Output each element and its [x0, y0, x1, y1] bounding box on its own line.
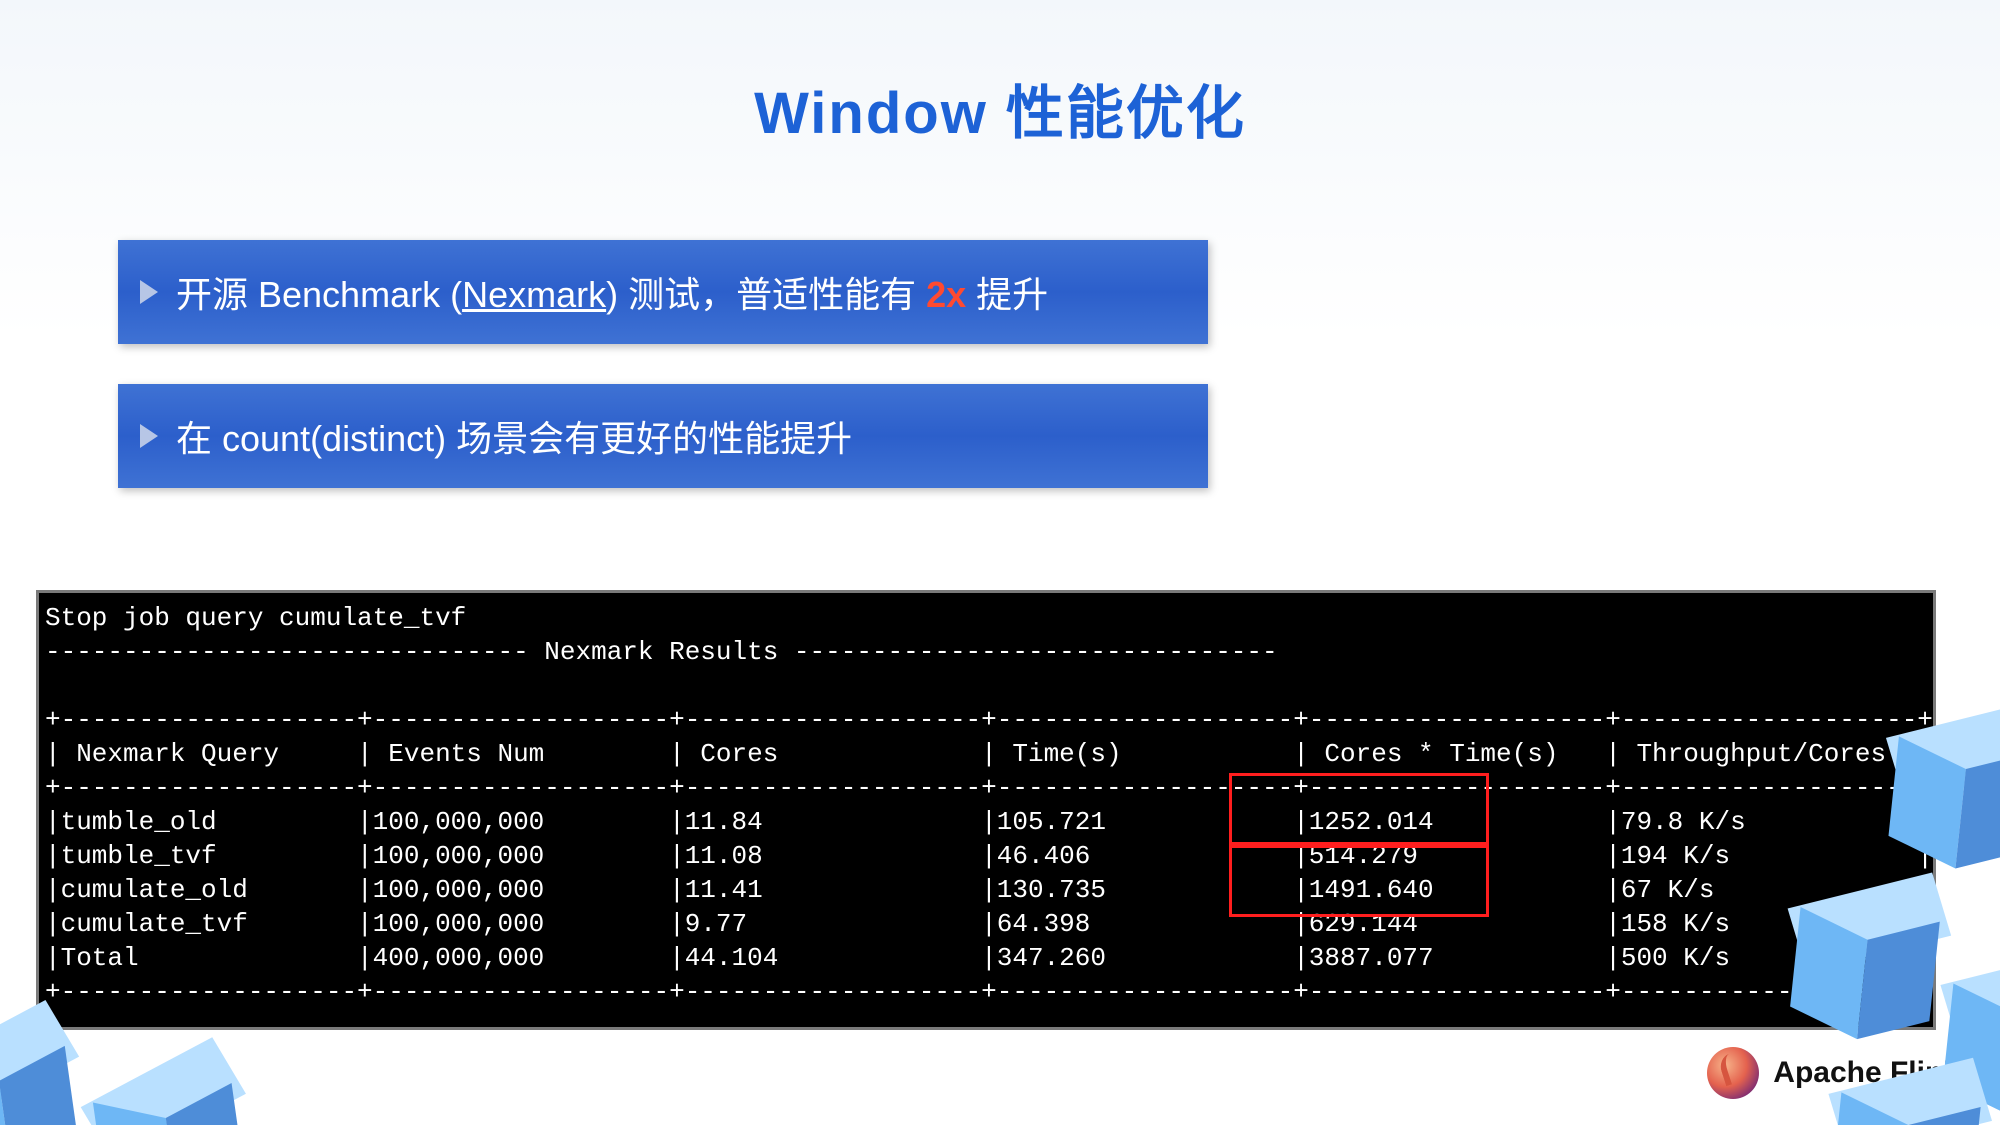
slide-title: Window 性能优化: [0, 66, 2000, 150]
bullet-1-text: 开源 Benchmark (Nexmark) 测试，普适性能有 2x 提升: [176, 266, 1048, 318]
highlight-box-1: [1229, 773, 1489, 845]
bullet-arrow-icon: [140, 424, 158, 448]
nexmark-link[interactable]: Nexmark: [462, 274, 606, 315]
bullet-2: 在 count(distinct) 场景会有更好的性能提升: [118, 384, 1208, 488]
terminal-output: Stop job query cumulate_tvf ------------…: [36, 590, 1936, 1030]
speedup-badge: 2x: [926, 274, 966, 315]
slide: Window 性能优化 开源 Benchmark (Nexmark) 测试，普适…: [0, 0, 2000, 1125]
bullet-list: 开源 Benchmark (Nexmark) 测试，普适性能有 2x 提升 在 …: [118, 240, 1208, 528]
highlight-box-2: [1229, 845, 1489, 917]
bullet-1: 开源 Benchmark (Nexmark) 测试，普适性能有 2x 提升: [118, 240, 1208, 344]
apache-flink-logo: Apache Flink: [1707, 1047, 1960, 1099]
bullet-arrow-icon: [140, 280, 158, 304]
bullet-2-text: 在 count(distinct) 场景会有更好的性能提升: [176, 410, 852, 462]
flink-logo-text: Apache Flink: [1773, 1056, 1960, 1090]
terminal-pre: Stop job query cumulate_tvf ------------…: [45, 601, 1923, 1009]
flink-squirrel-icon: [1707, 1047, 1759, 1099]
